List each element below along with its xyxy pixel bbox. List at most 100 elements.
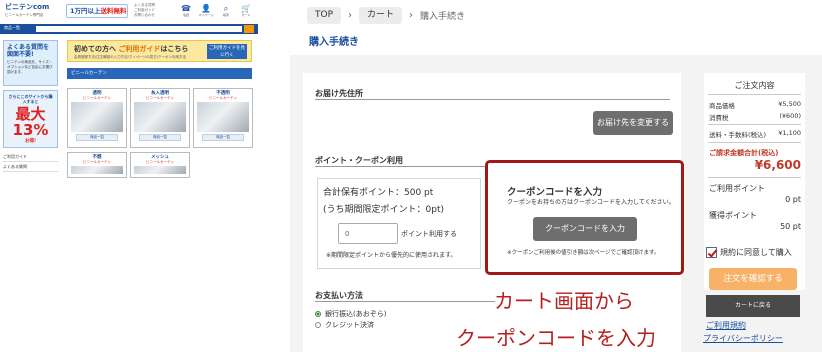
search-icon: ⌕ xyxy=(223,4,229,13)
mini-card-button[interactable]: 商品一覧 xyxy=(76,134,118,141)
mini-card-image xyxy=(134,166,186,174)
cart-icon: 🛒 xyxy=(241,4,251,13)
divider xyxy=(708,142,801,143)
free-shipping-label: 送料無料 xyxy=(100,7,127,15)
mini-product-card[interactable]: 糸入透明 ビニールカーテン 商品一覧 xyxy=(130,88,190,148)
payment-option[interactable]: 銀行振込(あおぞら) xyxy=(315,309,386,319)
page-title: 購入手続き xyxy=(309,37,359,48)
mini-side-link[interactable]: よくある質問 xyxy=(3,162,58,172)
summary-title: ご注文内容 xyxy=(734,81,775,90)
summary-row: 送料・手数料(税込) ¥1,100 xyxy=(709,129,801,139)
radio-icon[interactable] xyxy=(315,322,321,328)
summary-row-label: 送料・手数料(税込) xyxy=(709,131,767,139)
used-points-value: 0 pt xyxy=(785,195,801,204)
coupon-description: クーポンをお持ちの方はクーポンコードを入力してください。 xyxy=(507,199,675,206)
mini-header-link[interactable]: お問い合わせ xyxy=(134,13,155,18)
mini-faq-title: よくある質問を図面不要! xyxy=(7,44,50,58)
divider xyxy=(315,301,495,302)
mini-cart-button[interactable]: 🛒 カート xyxy=(238,4,254,17)
mini-guide-title: 初めての方へ ご利用ガイドはこちら xyxy=(74,44,188,54)
annotation-line2: クーポンコードを入力 xyxy=(456,326,656,350)
mini-product-card[interactable]: 透明 ビニールカーテン 商品一覧 xyxy=(67,88,127,148)
mini-faq-text: ビニテンの商品を、サイズ・オプションなど自由にお選び頂けます。 xyxy=(7,60,53,74)
mini-discount-banner[interactable]: さらにこのサイトから購入すると 最大13% お得! xyxy=(3,90,58,148)
mini-product-card[interactable]: 不燃 ビニールカーテン xyxy=(67,152,127,178)
mini-faq-banner[interactable]: よくある質問を図面不要! ビニテンの商品を、サイズ・オプションなど自由にお選び頂… xyxy=(3,40,58,86)
terms-link[interactable]: ご利用規約 xyxy=(706,320,746,331)
mini-phone-label: 電話 xyxy=(182,13,189,17)
breadcrumb-top[interactable]: TOP xyxy=(307,7,342,24)
mini-guide-button[interactable]: ご利用ガイドを見に行く xyxy=(207,44,247,59)
mini-discount-rate: 最大13% xyxy=(12,105,49,139)
points-note: ※期間限定ポイントから優先的に使用されます。 xyxy=(326,252,457,259)
summary-row: 消費税 (¥600) xyxy=(709,112,801,122)
mini-side-link[interactable]: ご利用ガイド xyxy=(3,152,58,162)
used-points-label: ご利用ポイント xyxy=(709,184,765,193)
mini-card-sub: ビニールカーテン xyxy=(209,96,237,100)
mini-search-submit[interactable] xyxy=(244,25,254,33)
mini-search-input[interactable] xyxy=(36,26,242,32)
agree-terms-label: 規約に同意して購入 xyxy=(720,248,792,257)
summary-row-label: 消費税 xyxy=(709,114,729,122)
payment-option[interactable]: クレジット決済 xyxy=(315,320,374,330)
mini-search-bar: 商品一覧 xyxy=(0,24,258,34)
breadcrumb-cart[interactable]: カート xyxy=(359,7,403,24)
mini-mypage-label: マイページ xyxy=(198,13,214,17)
free-shipping-badge: 1万円以上送料無料 xyxy=(66,4,128,18)
checkbox-checked-icon[interactable] xyxy=(706,247,717,258)
free-shipping-threshold: 1万円以上 xyxy=(70,7,101,15)
site-thumbnail: ビニテンcom ビニールカーテン専門店 1万円以上送料無料 よくある質問 ご利用… xyxy=(0,0,258,180)
agree-terms-checkbox[interactable]: 規約に同意して購入 xyxy=(706,247,792,258)
chevron-right-icon: › xyxy=(348,10,353,21)
back-to-cart-button[interactable]: カートに戻る xyxy=(706,295,800,317)
mini-guide-title-a: 初めての方へ xyxy=(74,45,116,53)
summary-row-value: ¥5,500 xyxy=(778,100,801,108)
mini-search-category[interactable]: 商品一覧 xyxy=(4,25,20,31)
mini-discount-text: さらにこのサイトから購入すると xyxy=(8,94,53,104)
change-delivery-button[interactable]: お届け先を変更する xyxy=(593,111,673,135)
mini-sidebar: よくある質問を図面不要! ビニテンの商品を、サイズ・オプションなど自由にお選び頂… xyxy=(3,40,58,172)
mini-card-image xyxy=(197,102,249,132)
mini-guide-sub: 会員登録方法/注文確認の入力方法/マイページの見方/クーポン利用方法 xyxy=(74,55,186,59)
mini-card-image xyxy=(71,102,123,132)
mini-mypage-button[interactable]: 👤 マイページ xyxy=(198,4,214,17)
mini-product-card[interactable]: 不透明 ビニールカーテン 商品一覧 xyxy=(193,88,253,148)
mini-card-sub: ビニールカーテン xyxy=(146,160,174,164)
mini-header-icons: ☎ 電話 👤 マイページ ⌕ 検索 🛒 カート xyxy=(178,4,254,17)
points-total: 合計保有ポイント：500 pt xyxy=(323,188,434,198)
mini-card-sub: ビニールカーテン xyxy=(83,160,111,164)
divider xyxy=(708,124,801,125)
coupon-note: ※クーポンご利用後の値引き額は次ページでご確認頂けます。 xyxy=(507,250,660,256)
summary-row-label: 商品価格 xyxy=(709,102,735,110)
coupon-title: クーポンコードを入力 xyxy=(507,187,603,198)
mini-guide-title-b: ご利用ガイド xyxy=(118,45,161,53)
confirm-order-button[interactable]: 注文を確認する xyxy=(709,268,797,290)
earned-points-value: 50 pt xyxy=(780,222,801,231)
payment-option-label: クレジット決済 xyxy=(325,321,374,329)
payment-option-label: 銀行振込(あおぞら) xyxy=(325,310,387,318)
mini-card-button[interactable]: 商品一覧 xyxy=(202,134,244,141)
summary-row-value: ¥1,100 xyxy=(778,129,801,137)
mini-card-button[interactable]: 商品一覧 xyxy=(139,134,181,141)
divider xyxy=(315,99,670,100)
mini-card-sub: ビニールカーテン xyxy=(146,96,174,100)
mini-side-links: ご利用ガイド よくある質問 xyxy=(3,152,58,172)
mini-header-links: よくある質問 ご利用ガイド お問い合わせ xyxy=(134,3,155,18)
mini-logo[interactable]: ビニテンcom ビニールカーテン専門店 xyxy=(5,3,49,19)
mini-logo-text: ビニテンcom xyxy=(5,3,50,11)
mini-search-button[interactable]: ⌕ 検索 xyxy=(218,4,234,17)
mini-product-card[interactable]: メッシュ ビニールカーテン xyxy=(130,152,190,178)
phone-icon: ☎ xyxy=(181,4,191,13)
mini-guide-banner[interactable]: 初めての方へ ご利用ガイドはこちら 会員登録方法/注文確認の入力方法/マイページ… xyxy=(67,40,252,62)
mini-phone-button[interactable]: ☎ 電話 xyxy=(178,4,194,17)
total-label: ご請求金額合計(税込) xyxy=(709,149,779,157)
point-input[interactable] xyxy=(338,223,398,244)
points-heading: ポイント・クーポン利用 xyxy=(315,156,403,165)
radio-selected-icon[interactable] xyxy=(315,311,321,317)
privacy-policy-link[interactable]: プライバシーポリシー xyxy=(703,333,783,344)
coupon-code-button[interactable]: クーポンコードを入力 xyxy=(533,217,637,241)
summary-row: 商品価格 ¥5,500 xyxy=(709,100,801,110)
mini-guide-title-c: はこちら xyxy=(160,45,189,53)
delivery-heading: お届け先住所 xyxy=(315,89,363,98)
mini-card-sub: ビニールカーテン xyxy=(83,96,111,100)
